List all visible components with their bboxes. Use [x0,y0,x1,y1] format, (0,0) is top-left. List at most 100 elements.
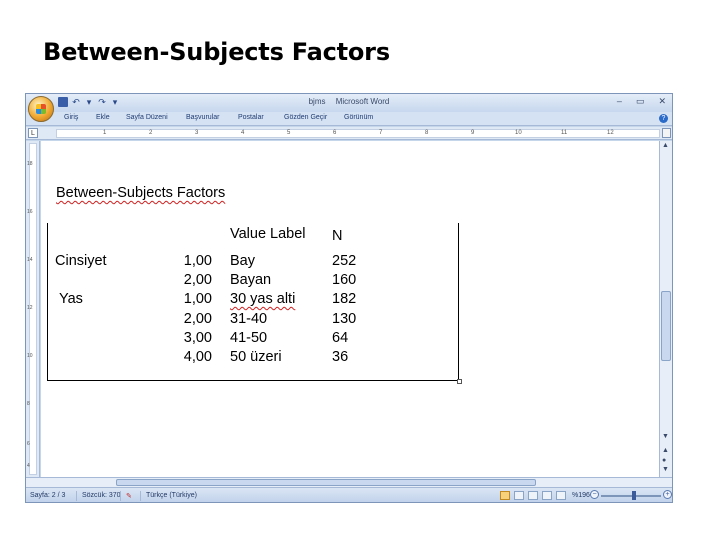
factor-value: 1,00 [183,253,212,269]
horizontal-scrollbar[interactable] [26,477,672,487]
status-divider [120,491,121,501]
factor-value: 2,00 [183,272,212,288]
next-page-icon[interactable]: ▼ [662,466,669,473]
factor-name: Yas [59,291,83,307]
ruler-number: 10 [515,130,522,136]
tab-home[interactable]: Giriş [64,114,78,121]
tab-page-layout[interactable]: Sayfa Düzeni [126,114,168,121]
minimize-button[interactable]: – [617,96,622,107]
window-title: bjms Microsoft Word [26,97,672,106]
ruler-number: 4 [241,130,245,136]
page-count[interactable]: Sayfa: 2 / 3 [30,492,65,499]
factor-value: 2,00 [183,311,212,327]
tab-references[interactable]: Başvurular [186,114,219,121]
word-window: ↶ ▾ ↷ ▾ bjms Microsoft Word – ▭ ✕ Giriş … [25,93,673,503]
factor-count: 36 [332,349,349,365]
ruler-number: 3 [195,130,199,136]
vertical-scrollbar[interactable]: ▲ ▼ ▲ ● ▼ [659,141,672,477]
ruler-number: 7 [379,130,383,136]
browse-object-icon[interactable]: ● [662,457,666,464]
previous-page-icon[interactable]: ▲ [662,447,669,454]
factor-value: 3,00 [183,330,212,346]
ruler-number: 4 [27,463,30,469]
app-name: Microsoft Word [335,97,390,106]
tab-selector-icon[interactable]: L [28,128,38,138]
web-layout-icon[interactable] [528,491,538,500]
window-controls: – ▭ ✕ [617,96,666,107]
ruler-number: 2 [149,130,153,136]
table-resize-handle[interactable] [457,379,462,384]
ruler-number: 8 [27,401,30,407]
outline-view-icon[interactable] [542,491,552,500]
ruler-number: 11 [561,130,568,136]
maximize-button[interactable]: ▭ [636,96,645,107]
ruler-number: 14 [27,257,33,263]
scroll-up-icon[interactable]: ▲ [662,142,669,149]
document-content: Between-Subjects Factors Value Label N C… [41,141,659,477]
factor-count: 130 [332,311,357,327]
document-page[interactable]: Between-Subjects Factors Value Label N C… [41,141,659,477]
zoom-slider-thumb[interactable] [632,491,636,500]
factor-count: 252 [332,253,357,269]
vertical-scroll-thumb[interactable] [661,291,671,361]
status-bar: Sayfa: 2 / 3 Sözcük: 370 ✎ Türkçe (Türki… [26,487,672,502]
ruler-number: 12 [27,305,33,311]
factor-label: 30 yas alti [230,291,296,307]
title-bar: ↶ ▾ ↷ ▾ bjms Microsoft Word – ▭ ✕ [26,94,672,112]
ruler-number: 8 [425,130,429,136]
factor-value: 1,00 [183,291,212,307]
draft-view-icon[interactable] [556,491,566,500]
ruler-number: 10 [27,353,33,359]
close-button[interactable]: ✕ [658,96,666,107]
zoom-slider[interactable] [601,495,661,497]
factor-label: 41-50 [230,330,268,346]
vertical-ruler[interactable]: 18 16 14 12 10 8 6 4 [26,141,40,477]
ruler-number: 6 [333,130,337,136]
tab-mailings[interactable]: Postalar [238,114,264,121]
factor-name: Cinsiyet [55,253,107,269]
factor-count: 182 [332,291,357,307]
ruler-number: 12 [607,130,614,136]
print-layout-view-icon[interactable] [500,491,510,500]
ruler-number: 1 [103,130,107,136]
factor-label: Bayan [230,272,272,288]
tab-insert[interactable]: Ekle [96,114,110,121]
factor-label: 50 üzeri [230,349,282,365]
factor-value: 4,00 [183,349,212,365]
office-logo-icon [36,104,46,114]
proofing-icon[interactable]: ✎ [126,492,132,500]
status-divider [76,491,77,501]
office-button[interactable] [28,96,54,122]
view-ruler-icon[interactable] [662,128,671,138]
header-n: N [332,228,343,244]
ruler-band: 1 2 3 4 5 6 7 8 9 10 11 12 [56,129,660,138]
table-title: Between-Subjects Factors [56,185,226,201]
full-screen-reading-icon[interactable] [514,491,524,500]
horizontal-ruler[interactable]: L 1 2 3 4 5 6 7 8 9 10 11 12 [26,127,672,140]
factor-count: 160 [332,272,357,288]
ruler-number: 16 [27,209,33,215]
status-divider [140,491,141,501]
tab-review[interactable]: Gözden Geçir [284,114,327,121]
zoom-level[interactable]: %196 [572,492,590,499]
horizontal-scroll-thumb[interactable] [116,479,536,486]
zoom-out-icon[interactable]: − [590,490,599,499]
zoom-in-icon[interactable]: + [663,490,672,499]
factor-label: 31-40 [230,311,268,327]
tab-view[interactable]: Görünüm [344,114,373,121]
language-indicator[interactable]: Türkçe (Türkiye) [146,492,197,499]
ruler-number: 9 [471,130,475,136]
between-subjects-table[interactable]: Value Label N Cinsiyet 1,00 Bay 252 2,00… [47,223,459,381]
ribbon-tabs: Giriş Ekle Sayfa Düzeni Başvurular Posta… [26,112,672,126]
ruler-number: 5 [287,130,291,136]
document-name: bjms [308,97,326,106]
ruler-number: 18 [27,161,33,167]
ruler-number: 6 [27,441,30,447]
help-icon[interactable]: ? [659,114,668,123]
slide-title: Between-Subjects Factors [43,38,390,66]
scroll-down-icon[interactable]: ▼ [662,433,669,440]
header-value-label: Value Label [230,226,306,242]
word-count[interactable]: Sözcük: 370 [82,492,121,499]
factor-count: 64 [332,330,349,346]
factor-label: Bay [230,253,255,269]
